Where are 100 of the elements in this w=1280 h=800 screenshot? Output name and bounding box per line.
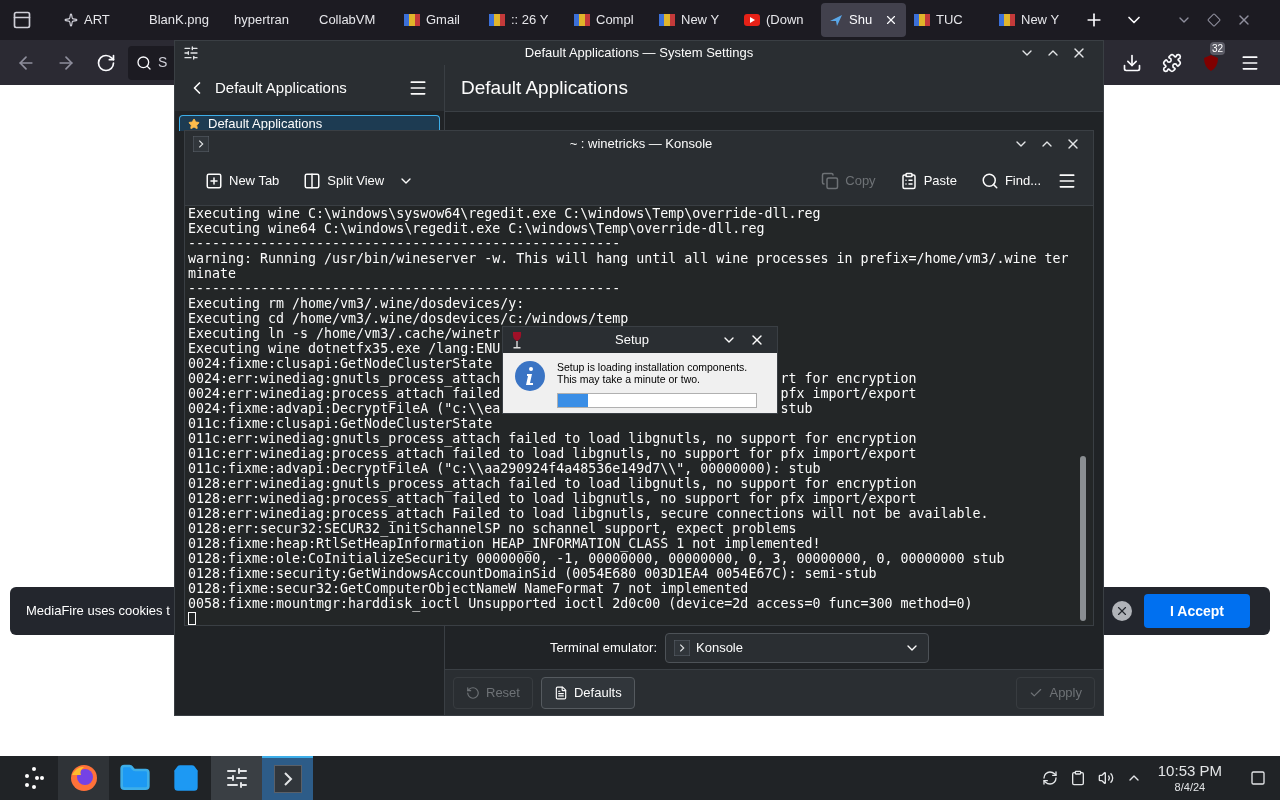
favicon-icon [659,14,675,26]
favicon-icon [829,13,843,27]
wine-glass-icon [511,331,523,349]
browser-tab[interactable]: New Y [991,3,1076,37]
terminal-line: 0024:fixme:clusapi:GetNodeClusterState [188,356,493,371]
terminal-line: 011c:fixme:advapi:DecryptFileA ("c:\\aa290924f4a48536e149d7\\", 00000000): stub [188,461,821,476]
browser-tab[interactable]: New Y [651,3,736,37]
toolbar-button[interactable]: Paste [891,165,965,197]
sparkle-icon [64,13,78,27]
taskbar-button[interactable] [58,756,109,800]
cookie-text: MediaFire uses cookies t [26,602,170,621]
browser-tab[interactable]: Gmail [396,3,481,37]
search-icon [136,54,152,71]
terminal-line: 0128:err:secur32:SECUR32_initSchannelSP no schannel support, expect problems [188,521,797,536]
volume-icon[interactable] [1097,770,1114,786]
download-icon[interactable] [1122,52,1142,73]
badge: 32 [1210,41,1226,55]
dialog-title: Setup [614,331,650,350]
page-title: Default Applications [461,75,628,100]
clock[interactable]: 10:53 PM 8/4/24 [1157,761,1222,795]
terminal-line: minate [188,266,237,281]
terminal-line: Executing wine dotnetfx35.exe /lang:ENU [188,341,501,356]
terminal-line: 011c:err:winediag:process_attach failed to load libgnutls, no support for pfx import/export [188,446,917,461]
dismiss-button[interactable] [1112,601,1132,621]
sidebar-title: Default Applications [215,77,347,98]
launcher-icon[interactable] [22,766,46,790]
browser-tab[interactable]: ART [56,3,141,37]
terminal-view[interactable] [185,205,1093,625]
terminal-line: pfx import/export [780,386,917,401]
field-label: Terminal emulator: [549,639,658,658]
browser-icon [68,763,99,793]
columns-icon [303,172,322,190]
terminal-line: 0128:fixme:heap:RtlSetHeapInformation HEAP_INFORMATION_CLASS 1 not implemented! [188,536,821,551]
menu-icon[interactable] [408,78,428,98]
terminal-line: Executing ln -s /home/vm3/.cache/winetr [188,326,501,341]
favicon-icon [574,14,590,26]
terminal-line: 0024:err:winediag:gnutls_process_attach [188,371,501,386]
terminal-line: 0128:fixme:secur32:GetComputerObjectNameW NameFormat 7 not implemented [188,581,749,596]
tab-overview-icon[interactable] [12,10,32,30]
terminal-line: 0128:fixme:security:GetWindowsAccountDomainSid (0054E680 003D1EA4 0054E67C): semi-stub [188,566,877,581]
scrollbar-thumb[interactable] [1080,456,1086,621]
show-desktop-icon[interactable] [1250,770,1266,786]
browser-tab[interactable]: hypertran [226,3,311,37]
info-icon [515,361,545,391]
terminal-line: 011c:err:winediag:gnutls_process_attach failed to load libgnutls, no support for encryption [188,431,917,446]
clipboard-icon[interactable] [1069,770,1086,786]
sidebar-item[interactable]: Default Applications [179,115,440,131]
terminal-line: Executing cd /home/vm3/.wine/dosdevices/c:/windows/temp [188,311,629,326]
terminal-line: 0024:err:winediag:process_attach failed [188,386,501,401]
accept-button[interactable]: I Accept [1144,594,1250,628]
terminal-line: 0128:err:winediag:gnutls_process_attach failed to load libgnutls, no support for encryption [188,476,917,491]
close-tab-icon[interactable] [884,13,898,27]
terminal-line: ------------------------------------------------------ [188,236,621,251]
taskbar-button[interactable] [262,756,313,800]
document-icon [553,685,568,700]
copy-icon [821,172,840,190]
terminal-icon [674,640,690,656]
play-icon [744,14,760,26]
toolbar-button[interactable]: New Tab [197,165,288,197]
terminal-line: Executing rm /home/vm3/.wine/dosdevices/y: [188,296,525,311]
terminal-line: stub [780,401,813,416]
terminal-line: ------------------------------------------------------ [188,281,621,296]
app-icon [183,45,199,61]
favicon-icon [999,14,1015,26]
update-icon[interactable] [1041,770,1058,786]
window-title: Default Applications — System Settings [523,44,755,63]
footer-button[interactable]: Defaults [540,676,635,709]
favicon-icon [489,14,505,26]
terminal-line: rt for encryption [780,371,917,386]
terminal-line: Executing wine64 C:\windows\regedit.exe C:\windows\Temp\override-dll.reg [188,221,765,236]
favicon-icon [404,14,420,26]
sliders-icon [224,766,249,790]
terminal-line: warning: Running /usr/bin/wineserver -w. This will hang until all wine processes in prefix=/home/vm3/.wine ter [188,251,1069,266]
browser-tab[interactable]: (Down [736,3,821,37]
terminal-dropdown[interactable]: Konsole [665,633,929,663]
browser-tab[interactable]: Compl [566,3,651,37]
browser-tab[interactable]: BlanK.png [141,3,226,37]
terminal-line: 0128:err:winediag:process_attach failed to load libgnutls, no support for pfx import/export [188,491,917,506]
extensions-icon[interactable] [1162,52,1182,73]
browser-tab[interactable]: :: 26 Y [481,3,566,37]
toolbar-button[interactable]: Find... [972,165,1049,197]
toolbar-button[interactable]: Split View [295,165,423,197]
terminal-line: Executing wine C:\windows\syswow64\regedit.exe C:\windows\Temp\override-dll.reg [188,206,821,221]
browser-tab[interactable]: CollabVM [311,3,396,37]
terminal-line: 0058:fixme:mountmgr:harddisk_ioctl Unsupported ioctl 2d0c00 (device=2d access=0 func=300 method=0) [188,596,973,611]
terminal-line: 0128:err:winediag:process_attach Failed to load libgnutls, secure connections will not be available. [188,506,989,521]
browser-tab[interactable]: Shu [821,3,906,37]
dialog-message: Setup is loading installation components. This may take a minute or two. [557,361,749,385]
clipboard-icon [899,172,918,190]
browser-tab[interactable]: TUC [906,3,991,37]
close-icon [1115,604,1129,618]
reload-icon[interactable] [96,52,116,73]
terminal-line: 011c:fixme:clusapi:GetNodeClusterState [188,416,493,431]
undo-icon [466,685,480,700]
taskbar-button[interactable] [211,756,262,800]
terminal-icon [193,136,209,152]
search-icon [980,172,999,190]
new-tab-icon [205,172,223,190]
star-icon [188,117,200,130]
menu-icon[interactable] [1057,171,1077,191]
